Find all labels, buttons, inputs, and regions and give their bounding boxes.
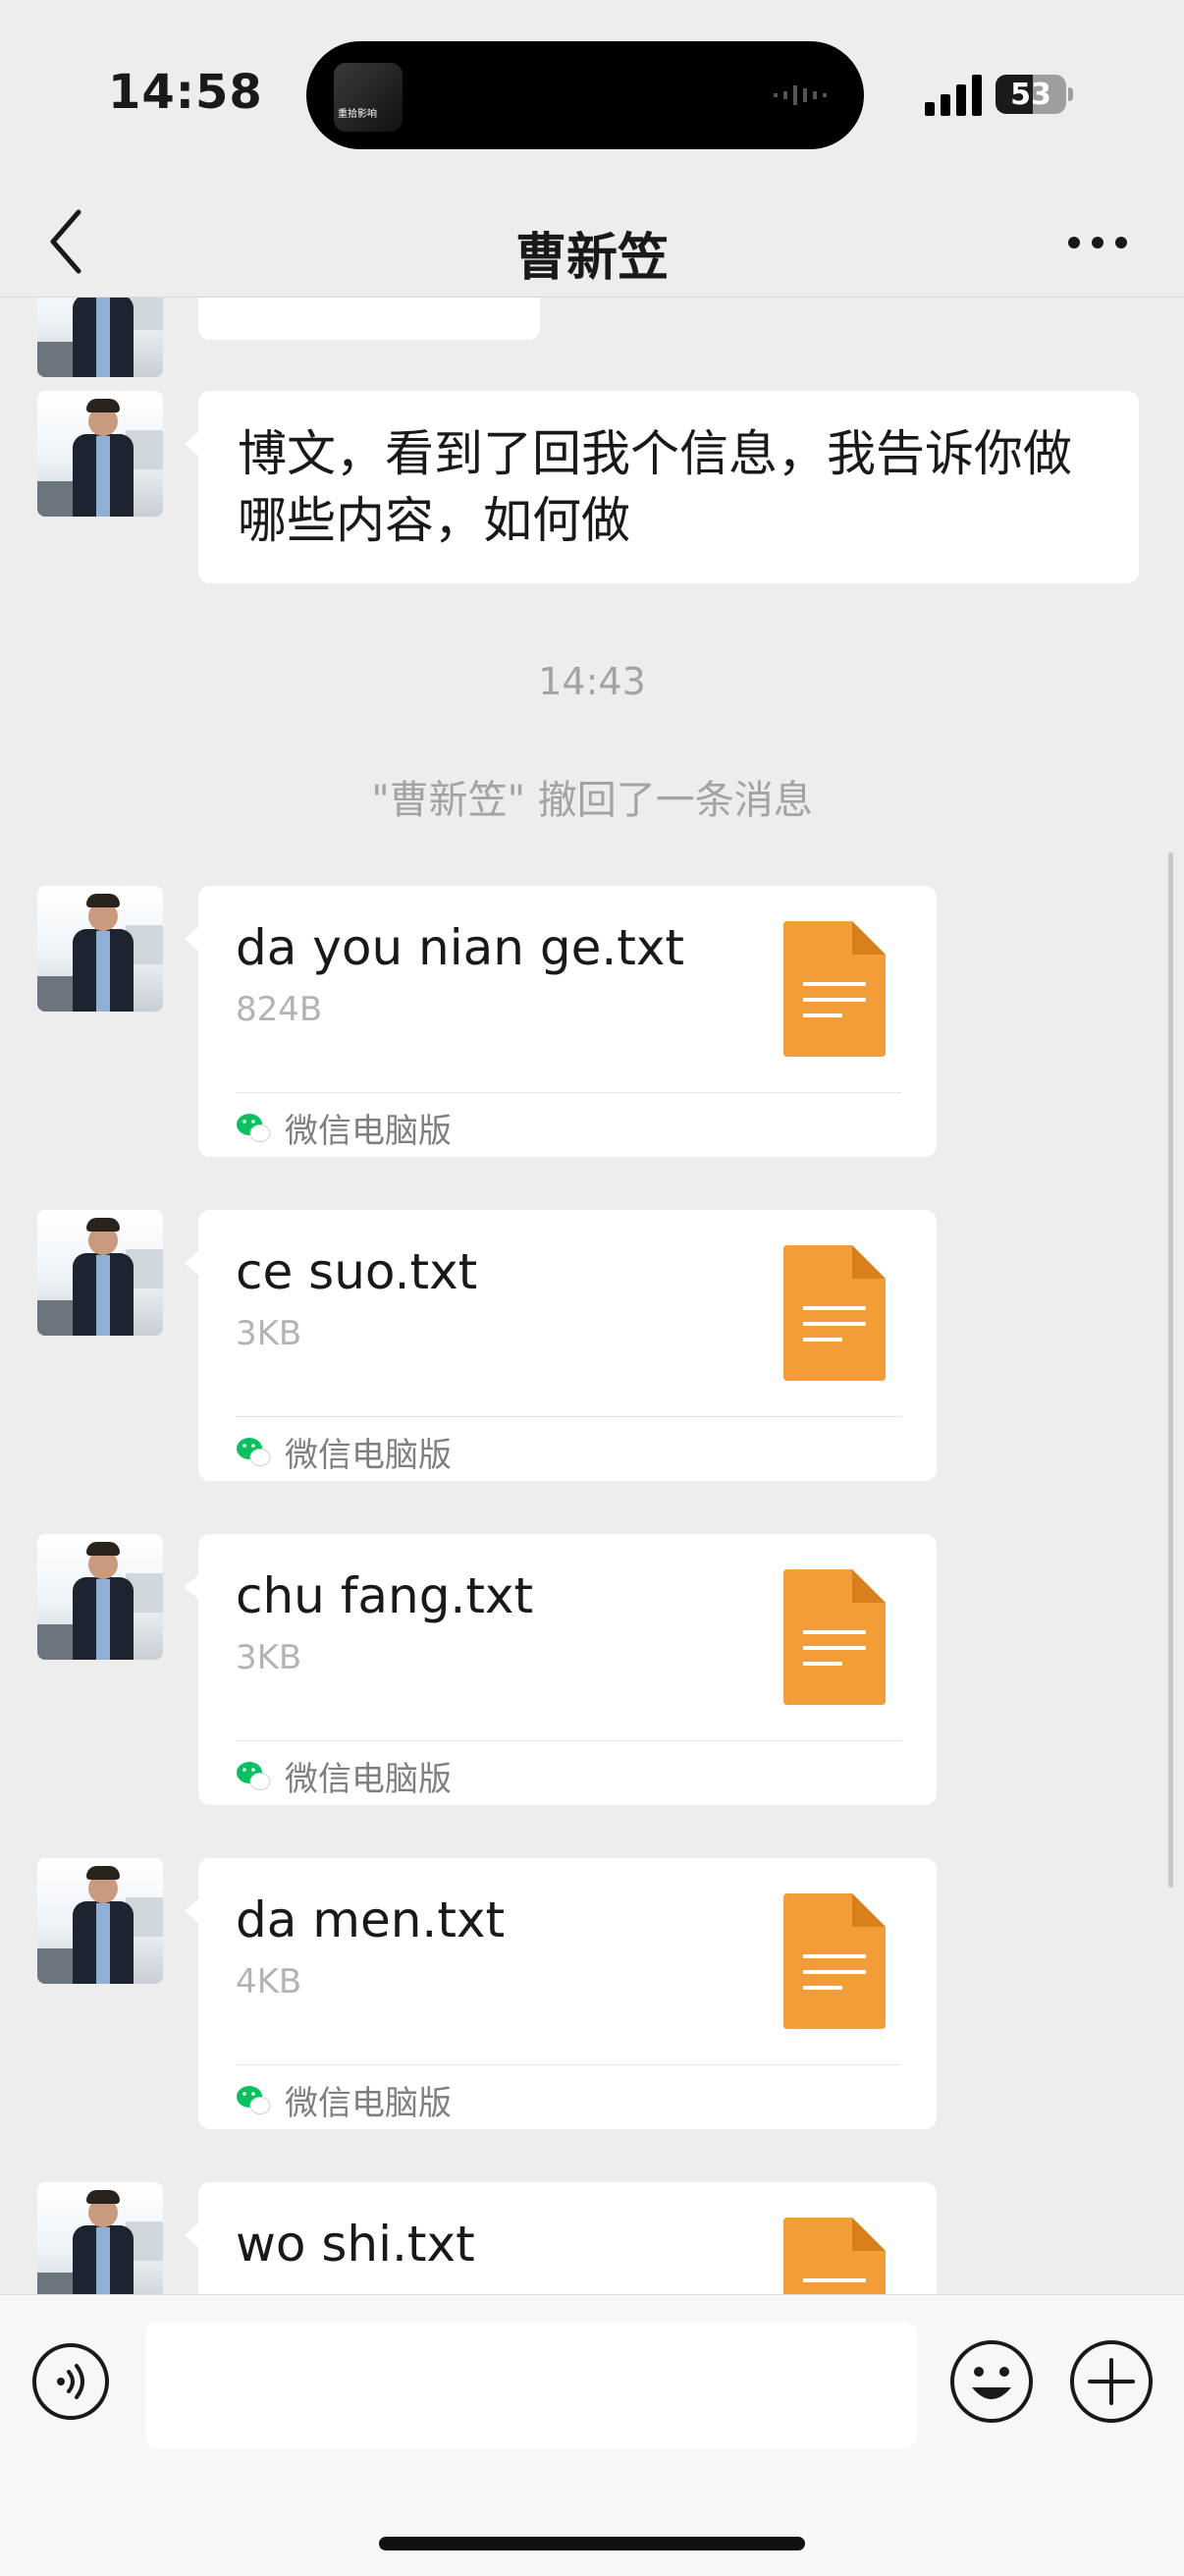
text-file-icon — [783, 921, 886, 1057]
file-card[interactable]: chu fang.txt 3KB 微信电脑版 — [185, 1534, 937, 1805]
wechat-icon — [237, 2086, 271, 2114]
chat-header: 曹新笠 — [0, 187, 1184, 298]
wechat-icon — [237, 1438, 271, 1466]
file-name: ce suo.txt — [236, 1243, 478, 1300]
text-message-bubble[interactable]: 博文，看到了回我个信息，我告诉你做哪些内容，如何做 — [185, 391, 1139, 583]
file-card[interactable]: da men.txt 4KB 微信电脑版 — [185, 1858, 937, 2129]
text-file-icon — [783, 1245, 886, 1381]
file-source: 微信电脑版 — [236, 2072, 452, 2127]
file-size: 3KB — [236, 1314, 302, 1353]
home-indicator[interactable] — [379, 2537, 805, 2550]
message-bubble[interactable] — [198, 297, 540, 340]
file-size: 824B — [236, 990, 323, 1029]
avatar[interactable] — [37, 886, 163, 1012]
divider — [236, 1092, 901, 1093]
audio-wave-icon — [774, 85, 827, 105]
now-playing-thumbnail[interactable]: 重拾影响 — [334, 63, 403, 132]
divider — [236, 2064, 901, 2065]
avatar[interactable] — [37, 297, 163, 377]
file-card[interactable]: ce suo.txt 3KB 微信电脑版 — [185, 1210, 937, 1481]
message-text: 博文，看到了回我个信息，我告诉你做哪些内容，如何做 — [238, 425, 1072, 549]
wechat-icon — [237, 1762, 271, 1790]
now-playing-thumbnail-text: 重拾影响 — [338, 109, 377, 120]
cellular-signal-icon — [925, 75, 982, 116]
voice-icon[interactable] — [31, 2342, 110, 2421]
file-card[interactable]: da you nian ge.txt 824B 微信电脑版 — [185, 886, 937, 1157]
dynamic-island[interactable]: 重拾影响 — [306, 41, 864, 149]
recall-notice: "曹新笠" 撤回了一条消息 — [371, 778, 813, 823]
file-source: 微信电脑版 — [236, 1424, 452, 1479]
file-name: wo shi.txt — [236, 2216, 475, 2273]
status-bar: 14:58 重拾影响 53 — [0, 0, 1184, 187]
file-source: 微信电脑版 — [236, 1748, 452, 1803]
file-source-label: 微信电脑版 — [285, 1759, 452, 1799]
message-input[interactable] — [145, 2323, 917, 2448]
text-file-icon — [783, 1569, 886, 1705]
battery-nub — [1068, 87, 1073, 101]
file-size: 4KB — [236, 1962, 302, 2001]
emoji-icon[interactable] — [948, 2338, 1035, 2425]
file-name: da you nian ge.txt — [236, 919, 685, 976]
avatar[interactable] — [37, 1210, 163, 1336]
avatar[interactable] — [37, 1858, 163, 1984]
file-name: da men.txt — [236, 1891, 506, 1948]
battery-percent: 53 — [1010, 78, 1051, 112]
more-horizontal-icon[interactable] — [1066, 228, 1129, 257]
plus-icon[interactable] — [1068, 2338, 1155, 2425]
file-source: 微信电脑版 — [236, 1100, 452, 1155]
file-source-label: 微信电脑版 — [285, 1111, 452, 1151]
avatar[interactable] — [37, 391, 163, 517]
file-size: 3KB — [236, 1638, 302, 1677]
wechat-icon — [237, 1114, 271, 1142]
chat-title: 曹新笠 — [514, 229, 669, 288]
time-separator: 14:43 — [538, 660, 646, 703]
file-card[interactable]: wo shi.txt — [185, 2182, 937, 2294]
avatar[interactable] — [37, 1534, 163, 1660]
avatar[interactable] — [37, 2182, 163, 2294]
input-bar — [0, 2294, 1184, 2576]
file-name: chu fang.txt — [236, 1567, 534, 1624]
text-file-icon — [783, 1893, 886, 2029]
file-source-label: 微信电脑版 — [285, 1435, 452, 1475]
file-source-label: 微信电脑版 — [285, 2083, 452, 2123]
divider — [236, 1740, 901, 1741]
divider — [236, 1416, 901, 1417]
status-time: 14:58 — [108, 65, 263, 120]
scrollbar[interactable] — [1168, 852, 1173, 1888]
battery-icon: 53 — [996, 75, 1066, 114]
text-file-icon — [783, 2218, 886, 2294]
message-list[interactable]: 博文，看到了回我个信息，我告诉你做哪些内容，如何做 14:43 "曹新笠" 撤回… — [0, 297, 1184, 2294]
